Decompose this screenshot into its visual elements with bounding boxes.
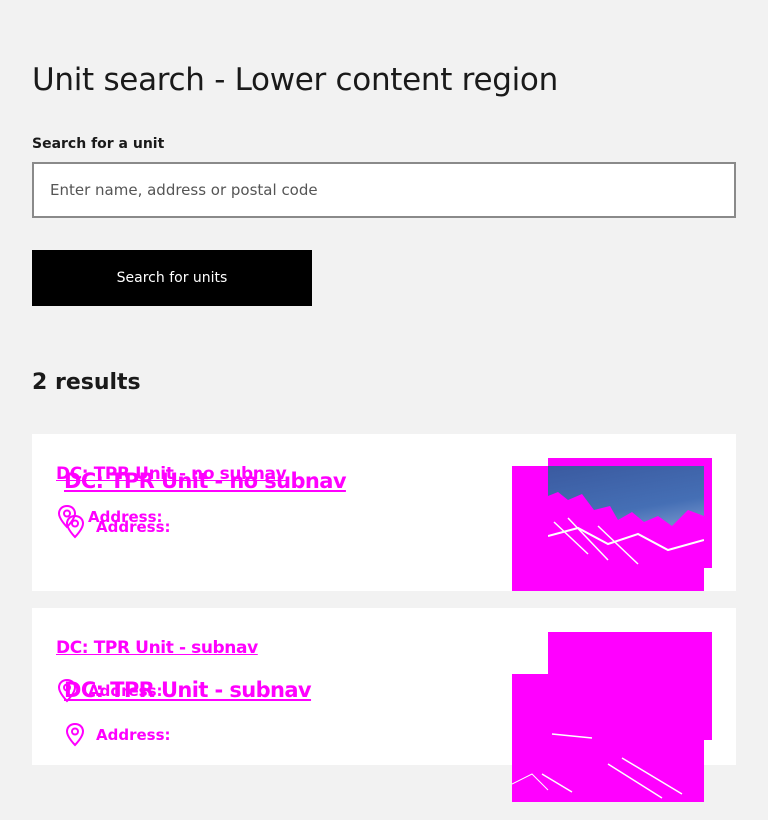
- result-title-link-overlay[interactable]: DC: TPR Unit - no subnav: [64, 469, 347, 493]
- result-title-link[interactable]: DC: TPR Unit - subnav: [56, 638, 258, 658]
- address-label: Address:: [88, 682, 163, 700]
- location-pin-icon: [57, 678, 77, 703]
- search-label: Search for a unit: [32, 136, 165, 152]
- result-card: DC: TPR Unit - no subnav DC: TPR Unit - …: [32, 434, 736, 591]
- address-row-overlay: Address:: [64, 514, 171, 540]
- location-pin-icon: [65, 514, 85, 539]
- broken-image-artifact: [512, 733, 683, 799]
- unit-search-page: Unit search - Lower content region Searc…: [0, 0, 768, 820]
- search-button[interactable]: Search for units: [32, 250, 312, 306]
- results-count: 2 results: [32, 370, 141, 395]
- location-pin-icon: [65, 722, 85, 747]
- address-label: Address:: [96, 518, 171, 536]
- search-input[interactable]: [32, 162, 736, 218]
- result-image: [548, 466, 704, 568]
- page-title: Unit search - Lower content region: [32, 62, 558, 98]
- address-row-overlay: Address:: [64, 722, 171, 748]
- result-card: DC: TPR Unit - subnav DC: TPR Unit - sub…: [32, 608, 736, 802]
- address-row: Address:: [56, 678, 163, 704]
- broken-image-artifact: [548, 492, 704, 568]
- address-label: Address:: [96, 726, 171, 744]
